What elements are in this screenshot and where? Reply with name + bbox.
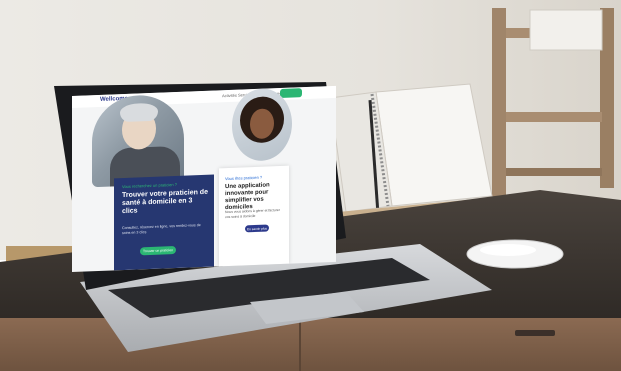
learn-more-label: En savoir plus — [246, 226, 268, 231]
patient-card: Vous recherchez un praticien ? Trouver v… — [114, 174, 214, 271]
practitioner-photo — [232, 87, 292, 162]
learn-more-button[interactable]: En savoir plus — [245, 224, 269, 233]
ladder-left-rail — [492, 8, 506, 198]
laptop-screen: Wellcome Activités Services Nous Rejoind… — [72, 85, 336, 272]
nav-cta-button[interactable] — [280, 88, 302, 99]
practitioner-card-text: Nous vous aidons à gérer et facturer vos… — [225, 208, 280, 219]
patient-card-title: Trouver votre praticien de santé à domic… — [122, 188, 208, 216]
frame-on-ladder — [529, 9, 603, 51]
scene: Wellcome Activités Services Nous Rejoind… — [0, 0, 621, 371]
practitioner-card: Vous êtes praticien ? Une application in… — [219, 165, 289, 267]
find-practitioner-label: Trouver un praticien — [142, 248, 174, 254]
find-practitioner-button[interactable]: Trouver un praticien — [140, 246, 176, 256]
patient-card-text: Consultez, réservez en ligne, vos rendez… — [122, 223, 201, 236]
doctor-photo — [92, 93, 184, 188]
drawer-handle — [515, 330, 555, 336]
ladder-rung-middle — [506, 112, 602, 122]
desk-front — [0, 318, 621, 371]
practitioner-card-eyebrow: Vous êtes praticien ? — [225, 174, 263, 182]
patient-card-eyebrow: Vous recherchez un praticien ? — [122, 181, 177, 190]
ladder-rung-lower — [506, 168, 602, 176]
